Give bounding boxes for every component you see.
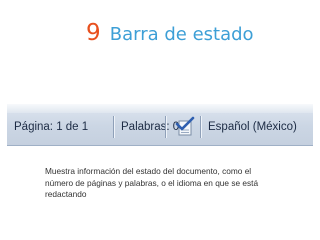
status-separator	[200, 116, 201, 138]
status-bar: Página: 1 de 1 Palabras: 0 Español (Méxi…	[7, 103, 313, 146]
slide-number: 9	[86, 20, 101, 46]
status-separator	[165, 116, 166, 138]
check-document-icon[interactable]	[174, 116, 196, 138]
page-count-indicator[interactable]: Página: 1 de 1	[14, 119, 88, 135]
word-count-indicator[interactable]: Palabras: 0	[121, 119, 179, 135]
slide-title-text: Barra de estado	[109, 24, 254, 45]
language-indicator[interactable]: Español (México)	[208, 119, 297, 135]
slide: 9 Barra de estado Página: 1 de 1 Palabra…	[0, 0, 320, 240]
slide-title: 9 Barra de estado	[86, 20, 254, 54]
status-separator	[113, 116, 114, 138]
slide-description: Muestra información del estado del docum…	[45, 166, 259, 199]
